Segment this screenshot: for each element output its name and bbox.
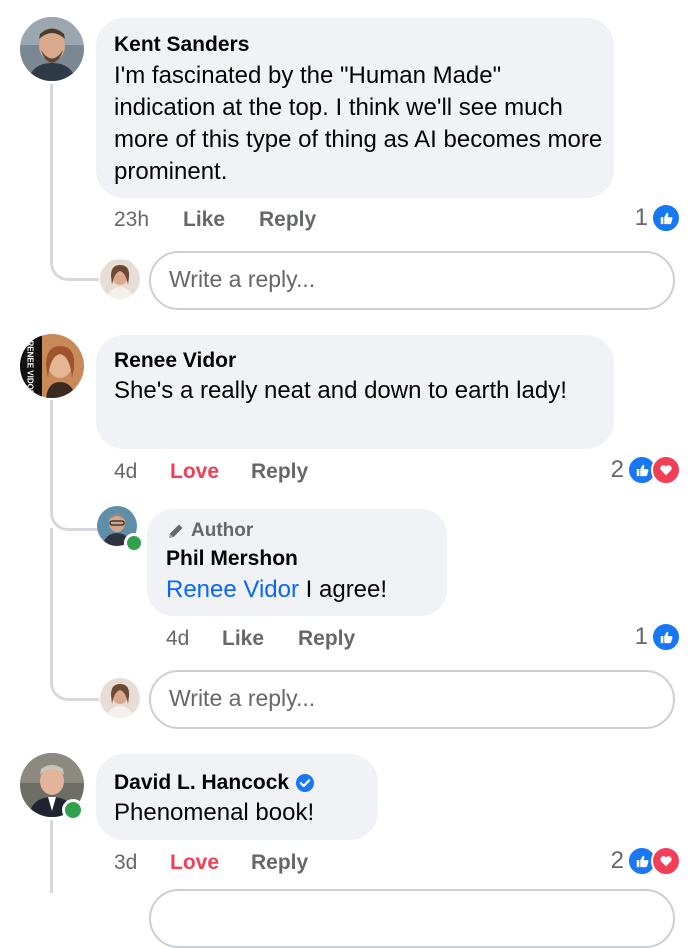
- thread-connector: [50, 84, 99, 281]
- verified-badge-icon: [295, 773, 315, 793]
- thumbs-up-icon: [651, 203, 681, 233]
- author-badge: Author: [167, 520, 253, 542]
- like-button[interactable]: Like: [222, 627, 264, 651]
- reply-button[interactable]: Reply: [251, 851, 308, 875]
- avatar-logo-text: RENEE VIDOR: [25, 340, 35, 396]
- love-label: Love: [170, 851, 220, 874]
- reply-button[interactable]: Reply: [259, 208, 316, 232]
- thread-line: [50, 820, 53, 893]
- comment-author-name: David L. Hancock: [114, 771, 290, 794]
- avatar[interactable]: [100, 678, 140, 718]
- comment-time[interactable]: 23h: [114, 208, 149, 232]
- reply-button[interactable]: Reply: [298, 627, 355, 651]
- reaction-count: 1: [634, 623, 648, 650]
- online-status-indicator: [124, 533, 144, 553]
- comment-text: She's a really neat and down to earth la…: [114, 377, 567, 404]
- thread-connector: [50, 470, 99, 531]
- avatar[interactable]: [20, 17, 84, 81]
- avatar[interactable]: RENEE VIDOR: [20, 334, 84, 398]
- comment-time[interactable]: 4d: [114, 460, 137, 484]
- comment-author[interactable]: David L. Hancock: [114, 771, 315, 795]
- reply-input-partial[interactable]: [149, 889, 675, 948]
- reply-input-placeholder: Write a reply...: [169, 266, 316, 292]
- thread-connector: [50, 528, 99, 701]
- thumbs-up-icon: [651, 622, 681, 652]
- reaction-summary[interactable]: 2: [611, 846, 681, 876]
- reply-input-placeholder: Write a reply...: [169, 685, 316, 711]
- reply-input[interactable]: Write a reply...: [149, 670, 675, 729]
- comment-author[interactable]: Kent Sanders: [114, 33, 249, 57]
- love-button[interactable]: Love: [170, 851, 219, 875]
- comment-time[interactable]: 3d: [114, 851, 137, 875]
- heart-icon: [651, 455, 681, 485]
- reply-text-body: I agree!: [305, 576, 388, 603]
- comment-text: Phenomenal book!: [114, 799, 315, 826]
- comment-author[interactable]: Renee Vidor: [114, 349, 236, 373]
- reaction-count: 1: [634, 204, 648, 231]
- reaction-count: 2: [610, 847, 624, 874]
- reaction-count: 2: [610, 456, 624, 483]
- reply-text: Renee Vidor I agree!: [166, 574, 436, 606]
- online-status-indicator: [62, 799, 84, 821]
- mention-link[interactable]: Renee Vidor: [166, 576, 299, 603]
- avatar[interactable]: [100, 259, 140, 299]
- comment-text: I'm fascinated by the "Human Made" indic…: [114, 62, 603, 185]
- reply-time[interactable]: 4d: [166, 627, 189, 651]
- reply-author[interactable]: Phil Mershon: [166, 547, 298, 571]
- reply-button[interactable]: Reply: [251, 460, 308, 484]
- reply-input[interactable]: Write a reply...: [149, 251, 675, 310]
- love-button[interactable]: Love: [170, 460, 219, 484]
- reaction-summary[interactable]: 1: [635, 203, 681, 233]
- heart-icon: [651, 846, 681, 876]
- love-label: Love: [170, 460, 220, 483]
- reaction-summary[interactable]: 1: [635, 622, 681, 652]
- like-button[interactable]: Like: [183, 208, 225, 232]
- pencil-icon: [167, 522, 185, 540]
- reaction-summary[interactable]: 2: [611, 455, 681, 485]
- author-badge-label: Author: [191, 520, 254, 541]
